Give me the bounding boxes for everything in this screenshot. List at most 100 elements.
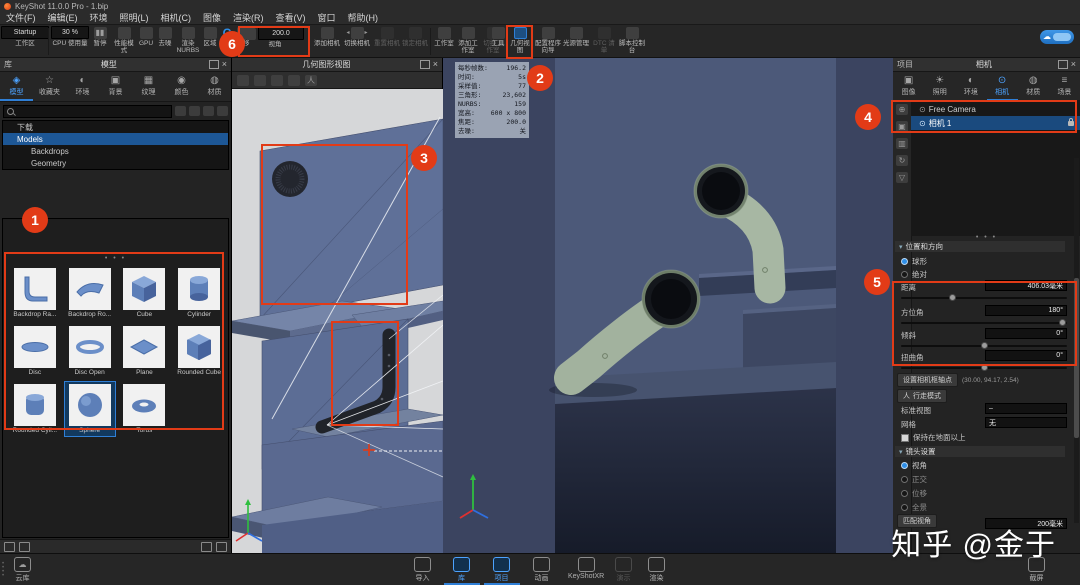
tree-item-backdrops[interactable]: Backdrops: [3, 145, 228, 157]
tab-textures[interactable]: ▦ 纹理: [132, 72, 165, 101]
distance-slider[interactable]: [901, 294, 1067, 301]
import-button[interactable]: 导入: [414, 557, 431, 583]
lens-perspective[interactable]: 视角: [901, 460, 927, 471]
project-scrollbar[interactable]: [1074, 158, 1079, 523]
azimuth-input[interactable]: 180°: [985, 305, 1067, 316]
model-thumb-cube[interactable]: Cube: [119, 265, 171, 321]
model-thumb-torus[interactable]: Torus: [119, 381, 171, 437]
model-thumb-disc[interactable]: Disc: [9, 323, 61, 379]
menu-environment[interactable]: 环境: [84, 12, 114, 25]
menu-view[interactable]: 查看(V): [270, 12, 312, 25]
zoom-in-icon[interactable]: [19, 541, 30, 552]
close-icon[interactable]: ×: [433, 60, 438, 69]
light-manager-button[interactable]: 光源管理: [563, 26, 589, 47]
region-button[interactable]: 区域: [202, 26, 218, 47]
slider-knob[interactable]: [981, 364, 988, 371]
gear-icon[interactable]: [237, 74, 249, 86]
grid-select[interactable]: 无: [985, 417, 1067, 428]
inclination-slider[interactable]: [901, 342, 1067, 349]
checkbox-icon[interactable]: [901, 433, 909, 442]
inclination-input[interactable]: 0°: [985, 328, 1067, 339]
tab-environment[interactable]: ◐ 环境: [955, 72, 986, 101]
perspective-control[interactable]: 200.0 视角: [242, 26, 308, 48]
dtc-list-button[interactable]: DTC 清单: [592, 26, 616, 54]
twist-input[interactable]: 0°: [985, 350, 1067, 361]
reset-camera-button[interactable]: 重置相机: [374, 26, 400, 47]
lock-camera-button[interactable]: 锁定相机: [402, 26, 428, 47]
tree-item-geometry[interactable]: Geometry: [3, 157, 228, 169]
reset-camera-icon[interactable]: ↻: [896, 155, 908, 166]
tab-backgrounds[interactable]: ▣ 背景: [99, 72, 132, 101]
lens-orthographic[interactable]: 正交: [901, 474, 927, 485]
tab-environments[interactable]: ◐ 环境: [66, 72, 99, 101]
cpu-usage-select[interactable]: 30 % CPU 使用量: [51, 26, 89, 47]
geometry-view-button[interactable]: 几何视图: [508, 26, 532, 54]
radio-spherical[interactable]: 球形: [901, 256, 927, 267]
azimuth-slider[interactable]: [901, 319, 1067, 326]
model-thumb-backdrop-ra[interactable]: Backdrop Ra...: [9, 265, 61, 321]
drag-handle[interactable]: • • • •: [2, 561, 6, 579]
add-studio-button[interactable]: 添加工作室: [456, 26, 480, 54]
studio-button[interactable]: 工作室: [433, 26, 455, 47]
realtime-view[interactable]: 每秒帧数: 196.2 时间: 5s 采样值: 77 三角形: 23,602 NURBS…: [443, 58, 893, 553]
undock-icon[interactable]: [419, 60, 430, 69]
menu-window[interactable]: 窗口: [312, 12, 342, 25]
tab-camera[interactable]: ⊙ 相机: [986, 72, 1018, 101]
tab-scene[interactable]: ≡ 场景: [1049, 72, 1080, 101]
cloud-library-button[interactable]: ☁ 云库: [14, 557, 31, 583]
menu-render[interactable]: 渲染(R): [227, 12, 270, 25]
panel-divider-dots[interactable]: • • •: [893, 234, 1080, 241]
menu-camera[interactable]: 相机(C): [155, 12, 198, 25]
library-button[interactable]: 库: [453, 557, 470, 583]
close-icon[interactable]: ×: [1071, 60, 1076, 69]
duplicate-camera-icon[interactable]: ▣: [896, 121, 908, 132]
presentation-button[interactable]: 演示: [615, 557, 632, 583]
tab-colors[interactable]: ◉ 颜色: [165, 72, 198, 101]
prev-camera-icon[interactable]: ◂: [346, 29, 349, 36]
tab-favorites[interactable]: ☆ 收藏夹: [33, 72, 66, 101]
slider-knob[interactable]: [981, 342, 988, 349]
model-thumb-rounded-cube[interactable]: Rounded Cube: [173, 323, 225, 379]
model-thumb-backdrop-ro[interactable]: Backdrop Ro...: [64, 265, 116, 321]
frame-icon[interactable]: [254, 74, 266, 86]
next-camera-icon[interactable]: ▸: [365, 29, 368, 36]
distance-input[interactable]: 406.03毫米: [985, 280, 1067, 291]
twist-slider[interactable]: [901, 364, 1067, 371]
refresh-icon[interactable]: [203, 106, 214, 116]
close-icon[interactable]: ×: [222, 60, 227, 69]
set-pivot-button[interactable]: 设置相机枢轴点: [897, 373, 958, 387]
delete-camera-icon[interactable]: ▥: [896, 138, 908, 149]
workspace-select[interactable]: Startup 工作区: [1, 26, 49, 47]
cloud-status-badge[interactable]: ☁: [1040, 30, 1074, 44]
keyshotxr-button[interactable]: KeyShotXR: [568, 557, 604, 580]
render-button[interactable]: 渲染: [648, 557, 665, 583]
grid-divider-dots[interactable]: • • •: [3, 255, 228, 262]
menu-file[interactable]: 文件(F): [0, 12, 42, 25]
filter-icon[interactable]: [217, 106, 228, 116]
folder-sync-icon[interactable]: [189, 106, 200, 116]
lens-panoramic[interactable]: 全景: [901, 502, 927, 513]
configurator-wizard-button[interactable]: 配置程序向导: [535, 26, 561, 54]
model-thumb-plane[interactable]: Plane: [119, 323, 171, 379]
scrollbar-thumb[interactable]: [1074, 278, 1079, 438]
camera-row-1[interactable]: ⊙ 相机 1: [911, 116, 1080, 130]
section-lens-settings[interactable]: ▾ 镜头设置: [895, 446, 1065, 457]
save-camera-icon[interactable]: ▽: [896, 172, 908, 183]
zoom-out-icon[interactable]: [4, 541, 15, 552]
keep-above-ground-row[interactable]: 保持在地面以上: [901, 432, 966, 443]
menu-edit[interactable]: 编辑(E): [42, 12, 84, 25]
settings-icon[interactable]: [216, 541, 227, 552]
model-thumb-sphere[interactable]: Sphere: [63, 381, 116, 437]
walk-mode-button[interactable]: 人 行走模式: [897, 389, 947, 403]
search-input[interactable]: [3, 104, 172, 118]
lens-shift[interactable]: 位移: [901, 488, 927, 499]
camera-icon[interactable]: [271, 74, 283, 86]
model-thumb-cylinder[interactable]: Cylinder: [173, 265, 225, 321]
tree-item-downloads[interactable]: 下载: [3, 121, 228, 133]
project-button[interactable]: 项目: [493, 557, 510, 583]
perspective-value[interactable]: 200.0: [258, 27, 304, 40]
walk-mode-icon[interactable]: 人: [305, 74, 317, 86]
performance-mode-button[interactable]: 性能模式: [112, 26, 136, 54]
cycle-camera-button[interactable]: ◂ ▸ 切换相机: [342, 26, 372, 47]
tab-models[interactable]: ◈ 模型: [0, 72, 33, 101]
